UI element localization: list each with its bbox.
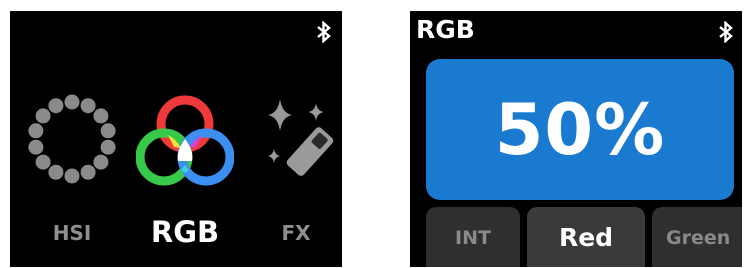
hsi-dot [100, 123, 116, 139]
hsi-dot [48, 98, 64, 114]
fx-sparkle-icon[interactable] [252, 97, 340, 187]
hsi-dot [28, 139, 44, 155]
rgb-value-screen: RGB 50% INT Red Green [410, 11, 742, 267]
hsi-dot [80, 164, 96, 180]
hsi-dot [93, 154, 109, 170]
hsi-dot [35, 108, 51, 124]
mode-label-rgb[interactable]: RGB [151, 215, 219, 249]
hsi-dot [80, 98, 96, 114]
tab-int[interactable]: INT [426, 207, 520, 267]
hsi-dot [100, 139, 116, 155]
mode-label-fx[interactable]: FX [281, 221, 310, 245]
hsi-dot [48, 164, 64, 180]
mode-label-hsi[interactable]: HSI [53, 221, 92, 245]
value-text: 50% [494, 88, 666, 171]
hsi-dot [64, 94, 80, 110]
hsi-dots-icon[interactable] [26, 93, 118, 185]
hsi-dot [93, 108, 109, 124]
hsi-dot [35, 154, 51, 170]
hsi-dot [64, 168, 80, 184]
tab-green[interactable]: Green [652, 207, 742, 267]
value-display[interactable]: 50% [426, 59, 734, 200]
page-title: RGB [416, 15, 475, 44]
mode-select-screen: HSI RGB FX [10, 11, 342, 267]
hsi-dot [28, 123, 44, 139]
tab-red[interactable]: Red [527, 207, 645, 267]
bluetooth-icon [317, 21, 331, 43]
bluetooth-icon [719, 21, 733, 43]
rgb-circles-icon[interactable] [136, 91, 234, 191]
